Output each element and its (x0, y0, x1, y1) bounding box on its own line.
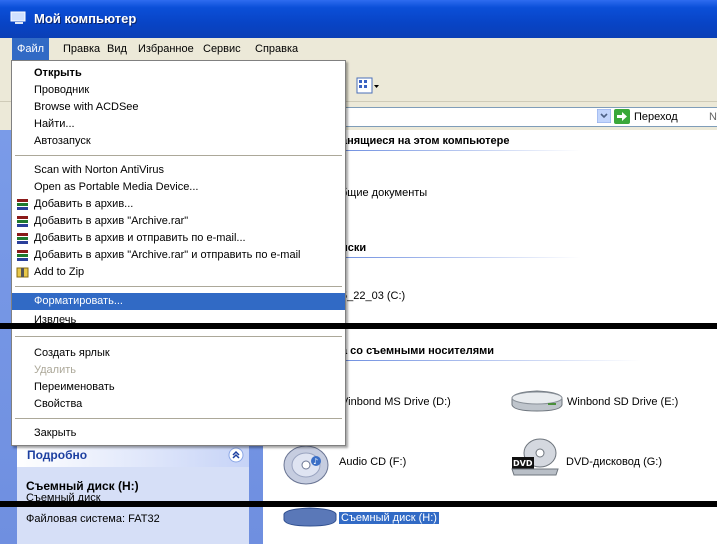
menu-item-open[interactable]: Открыть (12, 65, 345, 82)
menu-item-acdsee[interactable]: Browse with ACDSee (12, 99, 345, 116)
menu-file[interactable]: Файл (12, 38, 50, 60)
winrar-icon (17, 250, 28, 261)
menu-separator (15, 155, 342, 156)
dropdown-arrow-icon[interactable] (597, 109, 611, 123)
menu-item-archive-rar-email[interactable]: Добавить в архив "Archive.rar" и отправи… (12, 247, 345, 264)
section-removable: а со съемными носителями (341, 345, 495, 357)
menu-item-portable-media[interactable]: Open as Portable Media Device... (12, 179, 345, 196)
menu-bar: Файл Правка Вид Избранное Сервис Справка (0, 38, 717, 62)
drive-d-label[interactable]: Vinbond MS Drive (D:) (341, 396, 451, 408)
removable-disk-icon[interactable] (282, 506, 338, 528)
winrar-icon (17, 233, 28, 244)
menu-item-format[interactable]: Форматировать... (12, 293, 345, 310)
menu-favorites[interactable]: Избранное (133, 38, 199, 60)
address-overflow: N (709, 111, 717, 123)
details-title: Подробно (27, 448, 88, 462)
removable-drive-icon[interactable] (510, 388, 564, 414)
shared-documents-label[interactable]: бщие документы (341, 187, 427, 199)
go-arrow-icon[interactable] (614, 109, 630, 124)
menu-item-search[interactable]: Найти... (12, 116, 345, 133)
menu-item-autoplay[interactable]: Автозапуск (12, 133, 345, 150)
details-name: Съемный диск (H:) (26, 479, 139, 493)
drive-e-label[interactable]: Winbond SD Drive (E:) (567, 396, 678, 408)
section-divider (341, 360, 641, 361)
menu-item-explorer[interactable]: Проводник (12, 82, 345, 99)
menu-help[interactable]: Справка (250, 38, 303, 60)
go-button[interactable]: Переход (634, 111, 678, 123)
menu-separator (15, 418, 342, 419)
menu-item-add-archive-rar[interactable]: Добавить в архив "Archive.rar" (12, 213, 345, 230)
section-divider (341, 257, 581, 258)
details-filesystem: Файловая система: FAT32 (26, 513, 160, 525)
section-stored-files: анящиеся на этом компьютере (341, 135, 510, 147)
menu-item-add-archive[interactable]: Добавить в архив... (12, 196, 345, 213)
menu-item-close[interactable]: Закрыть (12, 425, 345, 442)
file-menu: Открыть Проводник Browse with ACDSee Най… (11, 60, 346, 446)
drive-g-label[interactable]: DVD-дисковод (G:) (566, 456, 662, 468)
details-panel-header[interactable]: Подробно (17, 443, 249, 467)
svg-text:DVD: DVD (513, 459, 533, 468)
winrar-icon (17, 199, 28, 210)
section-divider (341, 150, 581, 151)
drive-f-label[interactable]: Audio CD (F:) (339, 456, 406, 468)
drive-h-label[interactable]: Съемный диск (H:) (339, 512, 439, 524)
menu-item-rename[interactable]: Переименовать (12, 379, 345, 396)
dvd-drive-icon[interactable]: DVD (510, 437, 562, 477)
views-icon[interactable] (356, 76, 380, 96)
menu-edit[interactable]: Правка (58, 38, 105, 60)
menu-tools[interactable]: Сервис (198, 38, 246, 60)
collapse-chevron-icon[interactable] (228, 447, 244, 463)
menu-item-archive-email[interactable]: Добавить в архив и отправить по e-mail..… (12, 230, 345, 247)
winrar-icon (17, 216, 28, 227)
computer-icon (10, 11, 26, 24)
menu-item-create-shortcut[interactable]: Создать ярлык (12, 345, 345, 362)
menu-item-properties[interactable]: Свойства (12, 396, 345, 413)
zip-icon (16, 267, 29, 278)
drive-c-label[interactable]: 5_22_03 (C:) (341, 290, 405, 302)
svg-text:♪: ♪ (313, 457, 318, 466)
menu-separator (15, 286, 342, 287)
title-bar: Мой компьютер (0, 0, 717, 38)
menu-item-delete: Удалить (34, 364, 76, 376)
scan-band (0, 501, 717, 507)
menu-separator (15, 336, 342, 337)
menu-item-norton[interactable]: Scan with Norton AntiVirus (12, 162, 345, 179)
scan-band (0, 323, 717, 329)
window-title: Мой компьютер (34, 11, 137, 26)
audio-cd-icon[interactable]: ♪ (282, 441, 334, 487)
menu-item-add-to-zip[interactable]: Add to Zip (12, 264, 345, 281)
menu-view[interactable]: Вид (102, 38, 132, 60)
